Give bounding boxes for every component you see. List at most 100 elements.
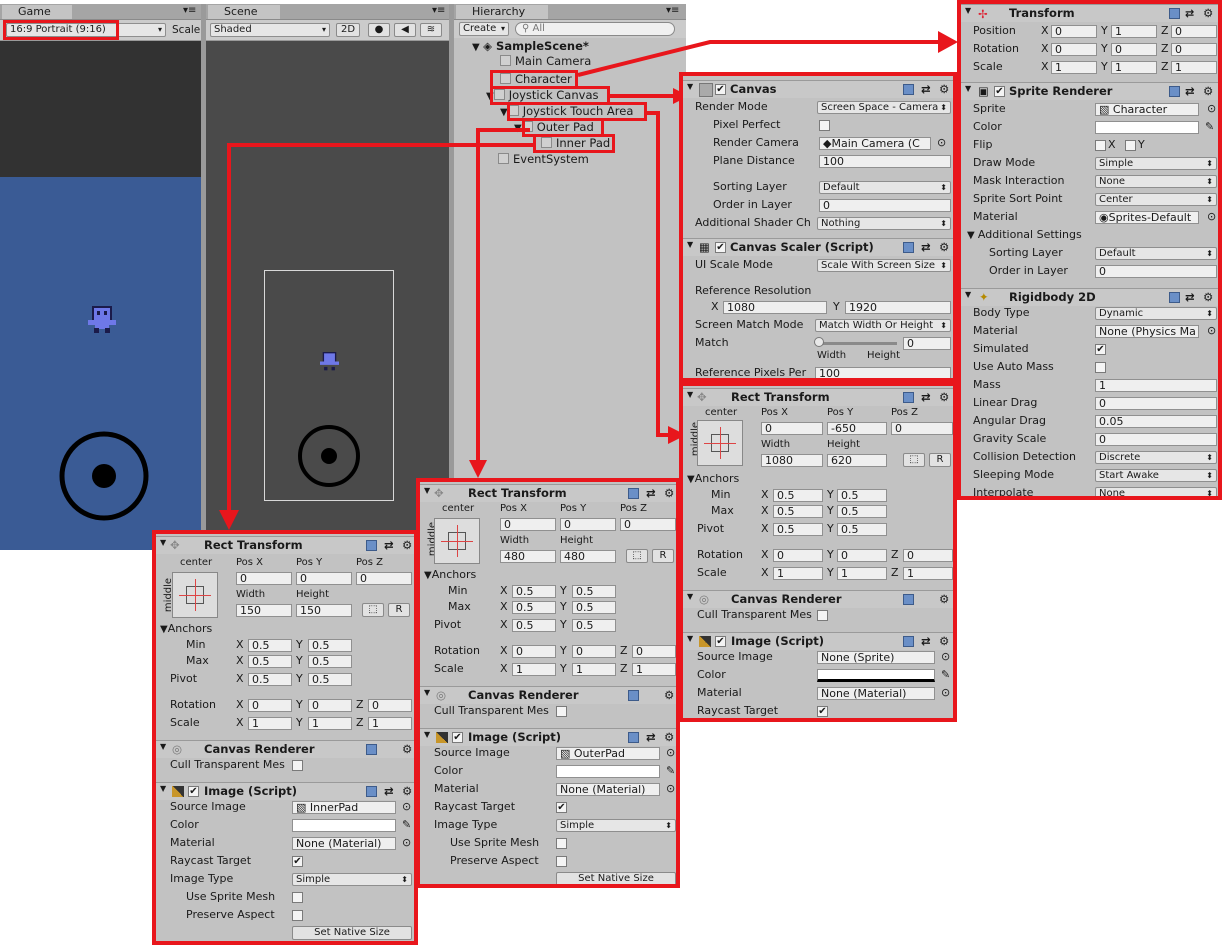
object-picker-icon[interactable]: ⊙ — [402, 800, 411, 814]
rotation-x-field[interactable]: 0 — [1051, 43, 1097, 56]
object-picker-icon[interactable]: ⊙ — [402, 836, 411, 850]
canvas-renderer-header[interactable]: ▼ ◎ Canvas Renderer ⚙ — [156, 740, 414, 758]
match-slider-track[interactable] — [817, 342, 897, 345]
render-camera-field[interactable]: ◆Main Camera (C — [819, 137, 931, 150]
mask-interaction-dropdown[interactable]: None ⬍ — [1095, 175, 1217, 188]
anchor-max-y-field[interactable]: 0.5 — [308, 655, 352, 668]
raycast-target-checkbox[interactable]: ✔ — [817, 706, 828, 717]
help-icon[interactable] — [628, 732, 639, 743]
scale-x-field[interactable]: 1 — [248, 717, 292, 730]
settings-gear-icon[interactable]: ⚙ — [1203, 5, 1213, 22]
use-sprite-mesh-checkbox[interactable] — [292, 892, 303, 903]
pixel-perfect-checkbox[interactable] — [819, 120, 830, 131]
additional-settings-foldout[interactable]: ▼ Additional Settings — [967, 228, 1082, 243]
settings-gear-icon[interactable]: ⚙ — [402, 783, 412, 800]
pos-x-field[interactable]: 0 — [500, 518, 556, 531]
set-native-size-button[interactable]: Set Native Size — [556, 872, 676, 884]
position-x-field[interactable]: 0 — [1051, 25, 1097, 38]
sleeping-mode-dropdown[interactable]: Start Awake ⬍ — [1095, 469, 1217, 482]
rotation-z-field[interactable]: 0 — [368, 699, 412, 712]
anchor-min-x-field[interactable]: 0.5 — [512, 585, 556, 598]
rotation-x-field[interactable]: 0 — [512, 645, 556, 658]
mass-field[interactable]: 1 — [1095, 379, 1217, 392]
set-native-size-button[interactable]: Set Native Size — [292, 926, 412, 940]
preset-icon[interactable]: ⇄ — [921, 389, 931, 406]
settings-gear-icon[interactable]: ⚙ — [939, 239, 949, 256]
help-icon[interactable] — [903, 636, 914, 647]
preset-icon[interactable]: ⇄ — [1185, 289, 1195, 306]
screen-match-mode-dropdown[interactable]: Match Width Or Height ⬍ — [815, 319, 951, 332]
help-icon[interactable] — [903, 242, 914, 253]
help-icon[interactable] — [903, 594, 914, 605]
scene-menu-icon[interactable]: ▾≡ — [432, 5, 445, 16]
raycast-target-checkbox[interactable]: ✔ — [556, 802, 567, 813]
draw-mode-dropdown[interactable]: Simple ⬍ — [1095, 157, 1217, 170]
anchor-min-y-field[interactable]: 0.5 — [572, 585, 616, 598]
settings-gear-icon[interactable]: ⚙ — [939, 633, 949, 650]
settings-gear-icon[interactable]: ⚙ — [664, 729, 674, 746]
rotation-z-field[interactable]: 0 — [903, 549, 953, 562]
help-icon[interactable] — [903, 84, 914, 95]
settings-gear-icon[interactable]: ⚙ — [1203, 289, 1213, 306]
settings-gear-icon[interactable]: ⚙ — [402, 741, 412, 758]
height-field[interactable]: 620 — [827, 454, 887, 467]
shader-channels-dropdown[interactable]: Nothing ⬍ — [817, 217, 951, 230]
anchor-min-x-field[interactable]: 0.5 — [248, 639, 292, 652]
object-picker-icon[interactable]: ⊙ — [1207, 210, 1216, 224]
help-icon[interactable] — [1169, 8, 1180, 19]
canvas-scaler-enabled-checkbox[interactable]: ✔ — [715, 242, 726, 253]
object-picker-icon[interactable]: ⊙ — [937, 136, 946, 150]
sprite-renderer-enabled-checkbox[interactable]: ✔ — [994, 86, 1005, 97]
sorting-layer-dropdown[interactable]: Default ⬍ — [1095, 247, 1217, 260]
preset-icon[interactable]: ⇄ — [384, 783, 394, 800]
hierarchy-menu-icon[interactable]: ▾≡ — [666, 5, 679, 16]
object-picker-icon[interactable]: ⊙ — [666, 782, 675, 796]
source-image-field[interactable]: None (Sprite) — [817, 651, 935, 664]
preserve-aspect-checkbox[interactable] — [292, 910, 303, 921]
settings-gear-icon[interactable]: ⚙ — [939, 389, 949, 406]
2d-toggle[interactable]: 2D — [336, 23, 360, 37]
eyedropper-icon[interactable]: ✎ — [1205, 120, 1214, 134]
cull-transparent-checkbox[interactable] — [292, 760, 303, 771]
material-field[interactable]: None (Material) — [556, 783, 660, 796]
hierarchy-tab[interactable]: Hierarchy — [456, 5, 548, 19]
reference-ppu-field[interactable]: 100 — [815, 367, 951, 378]
pivot-x-field[interactable]: 0.5 — [773, 523, 823, 536]
width-field[interactable]: 1080 — [761, 454, 823, 467]
blueprint-mode-button[interactable]: ⬚ — [362, 603, 384, 617]
image-header[interactable]: ▼ ✔ Image (Script) ⇄ ⚙ — [683, 632, 953, 650]
object-picker-icon[interactable]: ⊙ — [941, 686, 950, 700]
gravity-scale-field[interactable]: 0 — [1095, 433, 1217, 446]
canvas-renderer-header[interactable]: ▼ ◎ Canvas Renderer ⚙ — [683, 590, 953, 608]
blueprint-mode-button[interactable]: ⬚ — [903, 453, 925, 467]
anchor-min-x-field[interactable]: 0.5 — [773, 489, 823, 502]
scale-y-field[interactable]: 1 — [1111, 61, 1157, 74]
image-enabled-checkbox[interactable]: ✔ — [715, 636, 726, 647]
color-field[interactable] — [292, 819, 396, 832]
canvas-sorting-layer-dropdown[interactable]: Default ⬍ — [819, 181, 951, 194]
anchor-max-y-field[interactable]: 0.5 — [572, 601, 616, 614]
help-icon[interactable] — [903, 392, 914, 403]
canvas-header[interactable]: ▼ ✔ Canvas ⇄ ⚙ — [683, 80, 953, 98]
settings-gear-icon[interactable]: ⚙ — [402, 537, 412, 554]
angular-drag-field[interactable]: 0.05 — [1095, 415, 1217, 428]
preset-icon[interactable]: ⇄ — [1185, 5, 1194, 22]
pivot-y-field[interactable]: 0.5 — [572, 619, 616, 632]
scale-y-field[interactable]: 1 — [308, 717, 352, 730]
scale-y-field[interactable]: 1 — [837, 567, 887, 580]
height-field[interactable]: 150 — [296, 604, 352, 617]
object-picker-icon[interactable]: ⊙ — [1207, 102, 1216, 116]
physics-material-field[interactable]: None (Physics Ma — [1095, 325, 1199, 338]
match-slider-handle[interactable] — [814, 337, 824, 347]
scale-z-field[interactable]: 1 — [368, 717, 412, 730]
body-type-dropdown[interactable]: Dynamic ⬍ — [1095, 307, 1217, 320]
material-field[interactable]: ◉Sprites-Default — [1095, 211, 1199, 224]
rotation-y-field[interactable]: 0 — [308, 699, 352, 712]
source-image-field[interactable]: ▧ OuterPad — [556, 747, 660, 760]
settings-gear-icon[interactable]: ⚙ — [1203, 83, 1213, 100]
scale-z-field[interactable]: 1 — [903, 567, 953, 580]
use-sprite-mesh-checkbox[interactable] — [556, 838, 567, 849]
canvas-order-field[interactable]: 0 — [819, 199, 951, 212]
height-field[interactable]: 480 — [560, 550, 616, 563]
pos-z-field[interactable]: 0 — [620, 518, 676, 531]
